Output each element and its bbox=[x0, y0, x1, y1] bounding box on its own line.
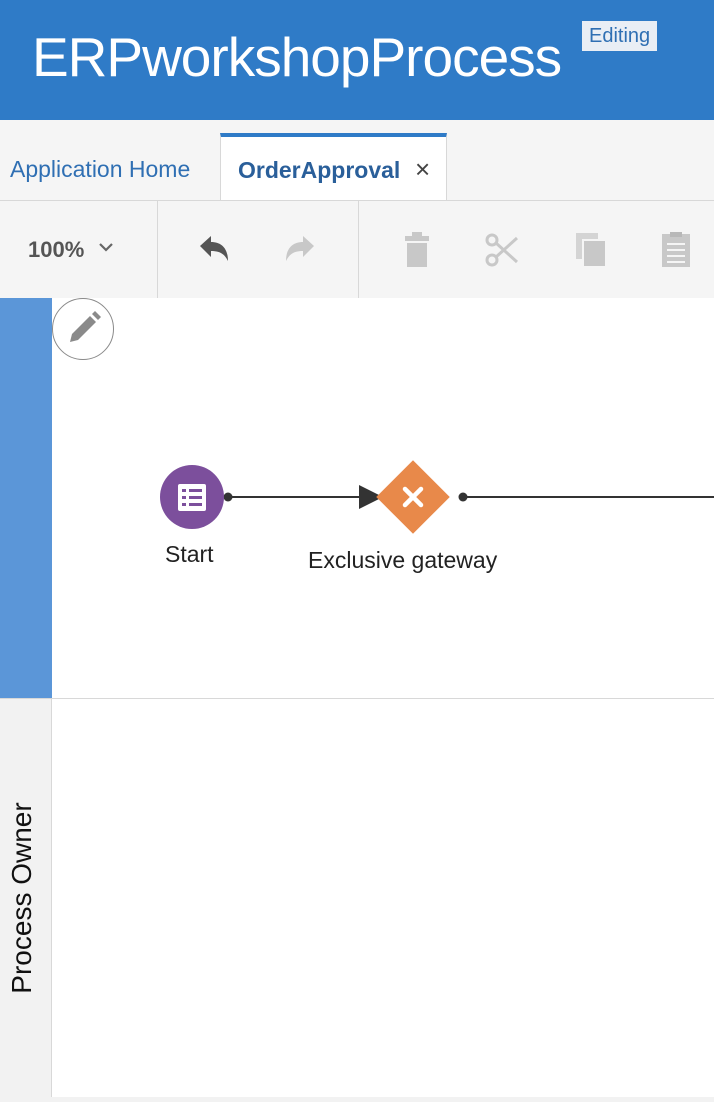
start-event-node[interactable] bbox=[160, 465, 224, 529]
lane-footer bbox=[0, 1097, 714, 1102]
start-event-label: Start bbox=[165, 541, 214, 567]
exclusive-gateway-label: Exclusive gateway bbox=[308, 547, 498, 573]
form-icon bbox=[178, 484, 206, 511]
exclusive-gateway-node[interactable] bbox=[376, 460, 450, 534]
flow-source-dot bbox=[458, 492, 468, 502]
flow-source-dot bbox=[223, 492, 233, 502]
